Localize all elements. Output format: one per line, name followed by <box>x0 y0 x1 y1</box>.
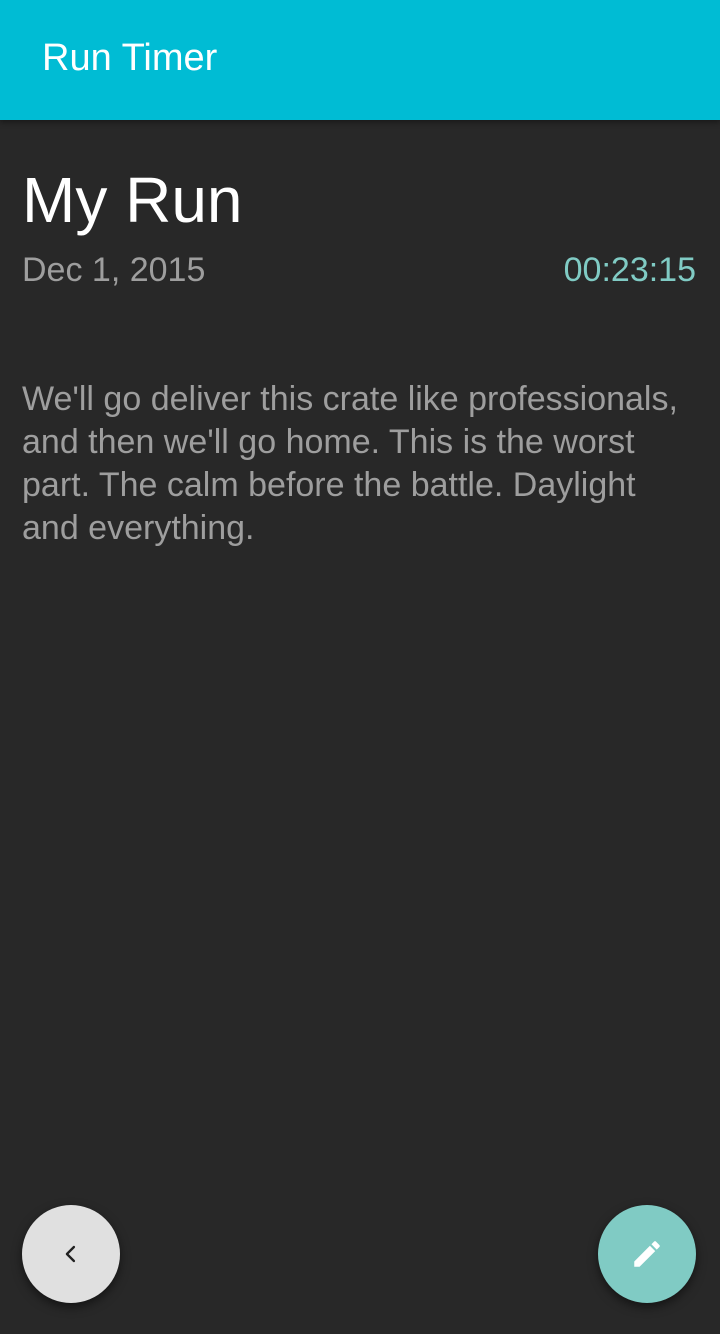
pencil-icon <box>630 1237 664 1271</box>
app-bar: Run Timer <box>0 0 720 120</box>
run-title: My Run <box>22 164 243 236</box>
edit-button[interactable] <box>598 1205 696 1303</box>
back-button[interactable] <box>22 1205 120 1303</box>
app-title: Run Timer <box>42 37 218 79</box>
run-detail-screen: Run Timer My Run Dec 1, 2015 00:23:15 We… <box>0 0 720 1334</box>
run-date: Dec 1, 2015 <box>22 251 206 289</box>
chevron-left-icon <box>57 1240 85 1268</box>
run-notes: We'll go deliver this crate like profess… <box>22 380 678 547</box>
run-duration: 00:23:15 <box>563 251 696 289</box>
